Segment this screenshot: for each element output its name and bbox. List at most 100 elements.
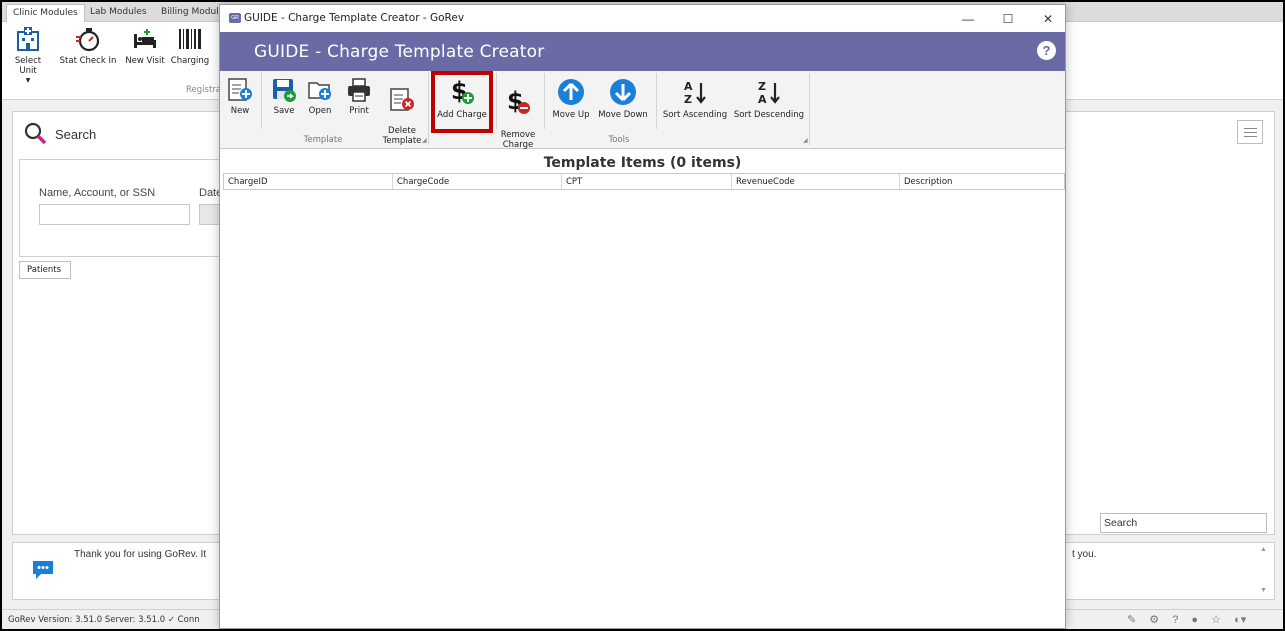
stat-check-in-button[interactable]: Stat Check In bbox=[58, 26, 118, 86]
column-header-cpt[interactable]: CPT bbox=[562, 174, 732, 189]
gear-icon[interactable]: ⚙ bbox=[1149, 613, 1159, 626]
gorev-logo-icon: GR bbox=[229, 13, 241, 23]
stat-check-in-label: Stat Check In bbox=[59, 56, 117, 66]
hospital-icon bbox=[17, 27, 39, 51]
save-label: Save bbox=[273, 106, 295, 116]
new-visit-label: New Visit bbox=[125, 56, 165, 66]
remove-dollar-icon: $ bbox=[507, 87, 530, 115]
welcome-message-tail: t you. bbox=[1072, 549, 1097, 560]
barcode-icon bbox=[179, 29, 201, 49]
sort-descending-label: Sort Descending bbox=[733, 110, 805, 120]
maximize-button[interactable]: ☐ bbox=[990, 9, 1026, 29]
open-folder-icon bbox=[308, 82, 331, 100]
tab-patients[interactable]: Patients bbox=[19, 261, 71, 279]
right-panel bbox=[1065, 111, 1275, 535]
window-title: GUIDE - Charge Template Creator - GoRev bbox=[244, 12, 465, 24]
separator bbox=[656, 73, 657, 129]
search-icon bbox=[24, 122, 47, 145]
print-button[interactable]: Print bbox=[344, 73, 374, 116]
group-expand-icon[interactable]: ◢ bbox=[803, 137, 808, 144]
new-visit-button[interactable]: New Visit bbox=[124, 26, 166, 86]
minimize-button[interactable]: — bbox=[950, 9, 986, 29]
column-header-chargecode[interactable]: ChargeCode bbox=[393, 174, 562, 189]
new-button[interactable]: New bbox=[225, 73, 255, 116]
dropdown-arrow-icon: ▼ bbox=[25, 77, 31, 84]
star-icon[interactable]: ☆ bbox=[1211, 613, 1221, 626]
charge-template-creator-window: GR GUIDE - Charge Template Creator - GoR… bbox=[219, 4, 1066, 629]
menu-line bbox=[1244, 136, 1257, 137]
bug-icon[interactable]: ● bbox=[1191, 614, 1198, 626]
version-status: GoRev Version: 3.51.0 Server: 3.51.0 ✓ C… bbox=[8, 615, 200, 625]
charging-label: Charging bbox=[170, 56, 210, 66]
open-button[interactable]: Open bbox=[305, 73, 335, 116]
move-up-label: Move Up bbox=[552, 110, 590, 120]
edit-icon[interactable]: ✎ bbox=[1127, 613, 1136, 626]
sort-za-icon: ZA bbox=[758, 80, 780, 106]
chat-bubble-icon bbox=[33, 561, 53, 579]
printer-icon bbox=[348, 78, 370, 102]
menu-line bbox=[1244, 128, 1257, 129]
menu-line bbox=[1244, 132, 1257, 133]
name-account-ssn-label: Name, Account, or SSN bbox=[39, 187, 156, 199]
save-button[interactable]: Save bbox=[269, 73, 299, 116]
scroll-up-arrow-icon[interactable]: ▲ bbox=[1260, 546, 1267, 553]
tools-group-label: Tools bbox=[608, 135, 630, 145]
template-group-label: Template bbox=[303, 135, 343, 145]
ribbon-toolbar: New Save Open Print Delete Template Temp… bbox=[220, 71, 1065, 150]
svg-text:A: A bbox=[684, 80, 693, 93]
template-items-title: Template Items (0 items) bbox=[543, 155, 742, 171]
status-icons: ✎ ⚙ ? ● ☆ ◐▾ bbox=[1127, 613, 1256, 627]
right-search-input[interactable]: Search bbox=[1100, 513, 1267, 533]
template-items-grid-header: ChargeID ChargeCode CPT RevenueCode Desc… bbox=[223, 173, 1065, 190]
sort-ascending-button[interactable]: AZ Sort Ascending bbox=[660, 73, 730, 120]
page-title: GUIDE - Charge Template Creator bbox=[254, 42, 545, 62]
separator bbox=[544, 73, 545, 129]
delete-document-icon bbox=[390, 88, 414, 111]
hamburger-menu-button[interactable] bbox=[1237, 120, 1263, 144]
stopwatch-icon bbox=[76, 28, 100, 52]
charging-button[interactable]: Charging bbox=[170, 26, 210, 86]
arrow-up-icon bbox=[558, 79, 584, 105]
scroll-down-arrow-icon[interactable]: ▼ bbox=[1260, 587, 1267, 594]
svg-text:Z: Z bbox=[684, 93, 692, 106]
open-label: Open bbox=[308, 106, 332, 116]
move-up-button[interactable]: Move Up bbox=[549, 73, 593, 120]
move-down-label: Move Down bbox=[598, 110, 648, 120]
svg-text:A: A bbox=[758, 93, 767, 106]
color-wheel-icon[interactable]: ◐▾ bbox=[1234, 613, 1246, 626]
save-icon bbox=[273, 79, 296, 102]
column-header-description[interactable]: Description bbox=[900, 174, 1064, 189]
print-label: Print bbox=[349, 106, 369, 116]
name-account-ssn-input[interactable] bbox=[39, 204, 190, 225]
group-separator bbox=[809, 73, 810, 145]
close-button[interactable]: ✕ bbox=[1030, 9, 1066, 29]
column-header-chargeid[interactable]: ChargeID bbox=[224, 174, 393, 189]
app-frame: Clinic Modules Lab Modules Billing Modul… bbox=[2, 2, 1283, 629]
template-items-grid-body[interactable] bbox=[223, 190, 1065, 628]
tab-lab-modules[interactable]: Lab Modules bbox=[84, 4, 153, 22]
search-title: Search bbox=[55, 127, 97, 142]
welcome-message: Thank you for using GoRev. It bbox=[74, 549, 207, 560]
column-header-revenuecode[interactable]: RevenueCode bbox=[732, 174, 900, 189]
sort-ascending-label: Sort Ascending bbox=[662, 110, 728, 120]
new-label: New bbox=[230, 106, 250, 116]
move-down-button[interactable]: Move Down bbox=[596, 73, 650, 120]
add-charge-highlight bbox=[431, 71, 493, 133]
help-button[interactable]: ? bbox=[1037, 41, 1056, 60]
group-expand-icon[interactable]: ◢ bbox=[422, 137, 427, 144]
header-band: GUIDE - Charge Template Creator ? bbox=[220, 32, 1065, 71]
separator bbox=[261, 73, 262, 129]
search-panel: Search Name, Account, or SSN Date Patien… bbox=[12, 111, 229, 535]
registration-group-label: Registra bbox=[186, 85, 221, 95]
window-titlebar: GR GUIDE - Charge Template Creator - GoR… bbox=[220, 5, 1065, 32]
search-form: Name, Account, or SSN Date bbox=[19, 159, 229, 257]
sort-descending-button[interactable]: ZA Sort Descending bbox=[733, 73, 805, 120]
select-unit-label: Select Unit bbox=[14, 56, 42, 76]
arrow-down-icon bbox=[610, 79, 636, 105]
tab-clinic-modules[interactable]: Clinic Modules bbox=[6, 4, 85, 22]
help-icon[interactable]: ? bbox=[1172, 614, 1178, 626]
new-document-icon bbox=[228, 78, 252, 101]
svg-text:Z: Z bbox=[758, 80, 766, 93]
sort-az-icon: AZ bbox=[684, 80, 706, 106]
select-unit-button[interactable]: Select Unit ▼ bbox=[6, 26, 50, 86]
